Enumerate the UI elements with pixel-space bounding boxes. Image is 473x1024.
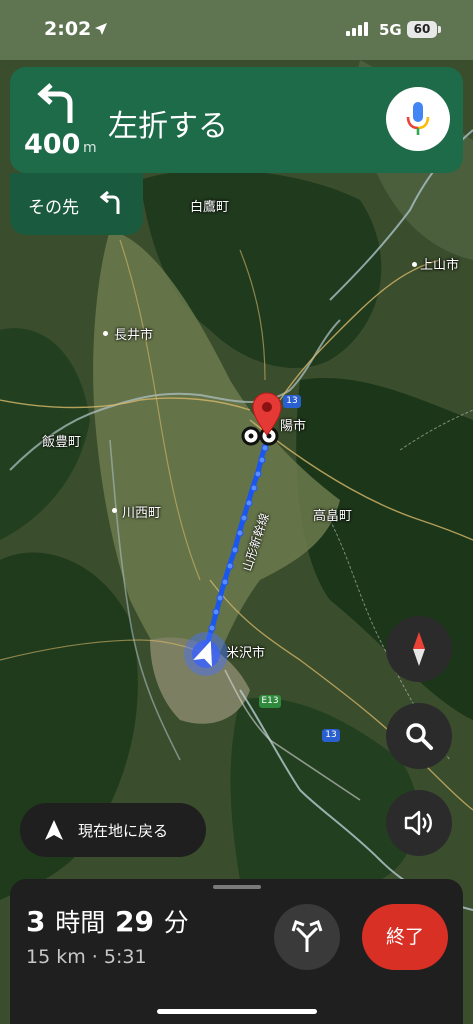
map-label-dot [112, 508, 117, 513]
status-time: 2:02 [44, 18, 92, 40]
road-shield-expressway: E13 [259, 695, 281, 708]
speaker-icon [404, 810, 432, 836]
network-type: 5G [379, 21, 402, 39]
trip-details: 15 km · 5:31 [26, 946, 147, 968]
sound-button[interactable] [386, 790, 452, 856]
trip-distance: 15 km [26, 946, 86, 968]
navigation-arrow-icon [45, 820, 63, 840]
search-button[interactable] [386, 703, 452, 769]
turn-left-icon [37, 83, 73, 123]
search-icon [406, 723, 433, 750]
map-label-dot [412, 262, 417, 267]
voice-search-button[interactable] [386, 87, 450, 151]
duration-minutes-unit: 分 [163, 908, 189, 937]
next-maneuver-banner[interactable]: その先 [10, 173, 143, 235]
microphone-icon [406, 102, 430, 135]
duration-hours-unit: 時間 [55, 908, 106, 937]
map-label-iide: 飯豊町 [42, 435, 82, 450]
battery-icon: 60 [407, 21, 437, 38]
alternate-routes-button[interactable] [274, 904, 340, 970]
road-shield: 13 [322, 729, 340, 742]
map-label-shirataka: 白鷹町 [190, 200, 230, 215]
end-navigation-button[interactable]: 終了 [362, 904, 448, 970]
distance-unit: m [83, 140, 97, 156]
map-label-yonezawa: 米沢市 [226, 646, 266, 661]
trip-summary-sheet[interactable]: 3 時間 29 分 15 km · 5:31 終了 [10, 879, 463, 1024]
current-location-icon [184, 632, 228, 676]
duration-minutes: 29 [115, 905, 154, 938]
trip-duration: 3 時間 29 分 [26, 903, 189, 939]
map-label-nagai: 長井市 [114, 328, 154, 343]
recenter-label: 現在地に戻る [78, 822, 169, 840]
duration-hours: 3 [26, 905, 46, 938]
cellular-signal-icon [346, 22, 368, 36]
destination-pin-icon[interactable] [252, 392, 282, 436]
distance-value: 400 [24, 129, 81, 160]
road-shield: 13 [283, 395, 301, 408]
recenter-button[interactable]: 現在地に戻る [20, 803, 206, 857]
trip-separator: · [91, 946, 98, 968]
sheet-grabber[interactable] [213, 885, 261, 889]
then-label: その先 [28, 198, 79, 218]
compass-icon [413, 632, 425, 666]
navigation-banner[interactable]: 400 m 左折する [10, 67, 463, 173]
battery-tip [438, 26, 441, 33]
map-label-kaminoyama: 上山市 [420, 258, 460, 273]
home-indicator[interactable] [157, 1009, 317, 1014]
route-fork-icon [291, 920, 323, 952]
map-label-kawanishi: 川西町 [122, 506, 162, 521]
turn-instruction: 左折する [108, 109, 228, 144]
status-bar: 2:02 5G 60 [0, 0, 473, 58]
map-label-dot [103, 331, 108, 336]
location-arrow-icon [95, 23, 107, 35]
map-label-takahata: 高畠町 [313, 509, 353, 524]
arrival-time: 5:31 [103, 946, 147, 968]
compass-button[interactable] [386, 616, 452, 682]
turn-left-small-icon [99, 190, 120, 214]
